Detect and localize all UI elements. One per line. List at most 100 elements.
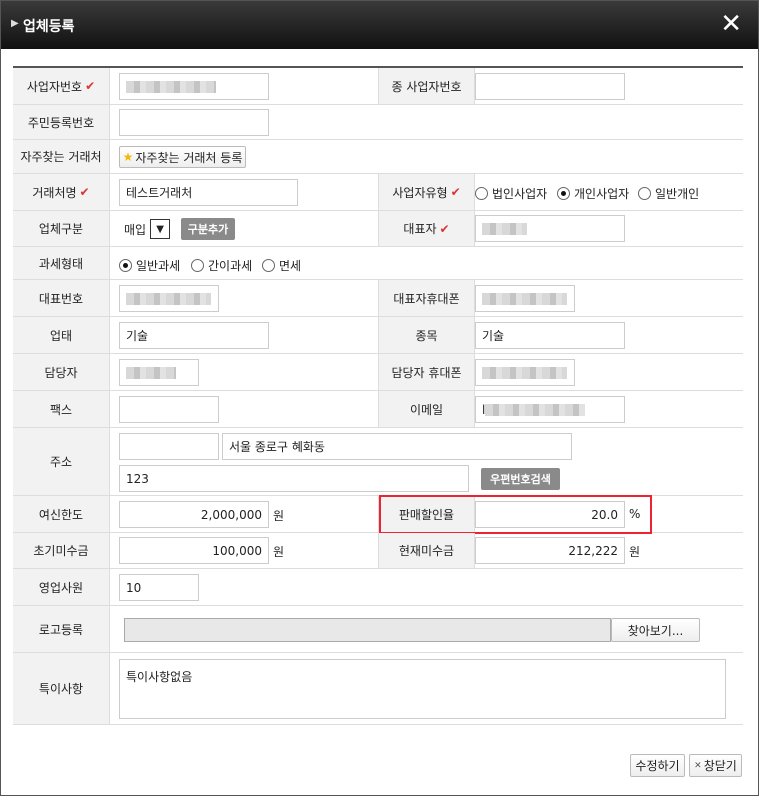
row-note: 특이사항 특이사항없음 [13,653,743,725]
client-name-field[interactable]: 테스트거래처 [119,179,298,206]
note-textarea[interactable]: 특이사항없음 [119,659,726,719]
required-check-icon: ✔ [85,79,96,93]
initial-unpaid-field[interactable]: 100,000 [119,537,269,564]
resident-no-label: 주민등록번호 [13,105,110,139]
sales-rep-label: 영업사원 [13,569,110,605]
row-favorites: 자주찾는 거래처 ★ 자주찾는 거래처 등록 [13,140,743,174]
row-phones: 대표번호 대표자휴대폰 [13,280,743,317]
radio-circle [475,187,488,200]
note-label: 특이사항 [13,653,110,724]
manager-label: 담당자 [13,354,110,390]
business-field[interactable]: 기술 [119,322,269,349]
main-phone-field[interactable] [119,285,219,312]
ceo-mobile-field[interactable] [475,285,575,312]
close-icon: ✕ [694,760,702,771]
close-button[interactable]: ✕ 창닫기 [689,754,742,777]
manager-mobile-label: 담당자 휴대폰 [378,354,475,390]
add-favorite-button-label: 자주찾는 거래처 등록 [135,150,243,165]
fav-label: 자주찾는 거래처 [13,140,110,173]
sub-biz-no-label: 종 사업자번호 [378,68,475,104]
radio-simple-tax[interactable]: 간이과세 [191,257,252,274]
radio-individual-biz-label: 개인사업자 [574,187,630,201]
browse-button[interactable]: 찾아보기... [611,618,700,642]
radio-tax-exempt-label: 면세 [279,259,302,273]
current-unpaid-unit: 원 [629,545,641,559]
radio-circle-checked [557,187,570,200]
blurred-text [482,222,527,235]
ceo-field[interactable] [475,215,625,242]
business-label: 업태 [13,317,110,353]
biz-no-field[interactable] [119,73,269,100]
row-tax-type: 과세형태 일반과세 간이과세 면세 [13,247,743,280]
required-check-icon: ✔ [450,185,461,199]
blurred-text [126,80,216,93]
resident-no-field[interactable] [119,109,269,136]
sales-rep-field[interactable]: 10 [119,574,199,601]
radio-circle [191,259,204,272]
chevron-down-icon: ▼ [150,219,171,239]
fax-label: 팩스 [13,391,110,427]
add-category-button[interactable]: 구분추가 [181,218,235,240]
close-icon[interactable]: ✕ [720,10,742,38]
discount-highlight-box [379,495,652,534]
radio-circle-checked [119,259,132,272]
initial-unpaid-unit: 원 [273,545,285,559]
dialog-title: 업체등록 [23,19,75,35]
address-field[interactable]: 서울 종로구 혜화동 [222,433,572,460]
category-select[interactable]: 매입 ▼ [124,218,171,240]
required-check-icon: ✔ [439,221,450,236]
add-favorite-button[interactable]: ★ 자주찾는 거래처 등록 [119,146,246,168]
row-fax-email: 팩스 이메일 l [13,391,743,428]
ceo-mobile-label: 대표자휴대폰 [378,280,475,316]
logo-file-path[interactable] [124,618,611,642]
fax-field[interactable] [119,396,219,423]
blurred-text [482,366,567,379]
sub-biz-no-field[interactable] [475,73,625,100]
radio-general-tax-label: 일반과세 [136,259,181,273]
ceo-label: 대표자 ✔ [378,211,475,246]
dialog-titlebar: ▶ 업체등록 ✕ [1,1,758,49]
biz-type-label: 사업자유형 ✔ [378,174,475,210]
row-business: 업태 기술 종목 기술 [13,317,743,354]
current-unpaid-label: 현재미수금 [378,533,475,568]
manager-mobile-field[interactable] [475,359,575,386]
email-label: 이메일 [378,391,475,427]
row-category: 업체구분 매입 ▼ 구분추가 대표자 ✔ [13,211,743,247]
client-name-label-text: 거래처명 [32,185,77,200]
row-manager: 담당자 담당자 휴대폰 [13,354,743,391]
client-name-label: 거래처명 ✔ [13,174,110,210]
postcode-field[interactable] [119,433,219,460]
radio-individual[interactable]: 일반개인 [638,185,699,202]
radio-circle [638,187,651,200]
biz-no-label: 사업자번호 ✔ [13,68,110,104]
edit-button[interactable]: 수정하기 [630,754,685,777]
blurred-text [482,292,567,305]
biz-no-label-text: 사업자번호 [26,79,83,94]
form-table: 사업자번호 ✔ 종 사업자번호 주민등록번호 자주찾는 거래처 ★ 자주찾는 거래처… [13,66,743,725]
row-client-name: 거래처명 ✔ 테스트거래처 사업자유형 ✔ 법인사업자 개인사업자 일반개인 [13,174,743,211]
radio-individual-biz[interactable]: 개인사업자 [557,185,629,202]
radio-corporate[interactable]: 법인사업자 [475,185,547,202]
close-button-label: 창닫기 [703,759,737,773]
row-resident-no: 주민등록번호 [13,105,743,140]
manager-field[interactable] [119,359,199,386]
address-detail-field[interactable]: 123 [119,465,469,492]
logo-label: 로고등록 [13,606,110,652]
blurred-text [126,366,176,379]
radio-individual-label: 일반개인 [655,187,700,201]
email-field[interactable]: l [475,396,625,423]
radio-tax-exempt[interactable]: 면세 [262,257,301,274]
radio-simple-tax-label: 간이과세 [208,259,253,273]
credit-field[interactable]: 2,000,000 [119,501,269,528]
item-label: 종목 [378,317,475,353]
postcode-search-button[interactable]: 우편번호검색 [481,468,560,490]
row-credit: 여신한도 2,000,000 원 판매할인율 20.0 % [13,495,743,534]
category-select-value: 매입 [124,222,147,237]
row-sales-rep: 영업사원 10 [13,569,743,606]
radio-general-tax[interactable]: 일반과세 [119,257,180,274]
required-check-icon: ✔ [79,185,90,199]
blurred-text [485,403,586,416]
row-unpaid: 초기미수금 100,000 원 현재미수금 212,222 원 [13,533,743,569]
radio-corporate-label: 법인사업자 [492,187,548,201]
item-field[interactable]: 기술 [475,322,625,349]
